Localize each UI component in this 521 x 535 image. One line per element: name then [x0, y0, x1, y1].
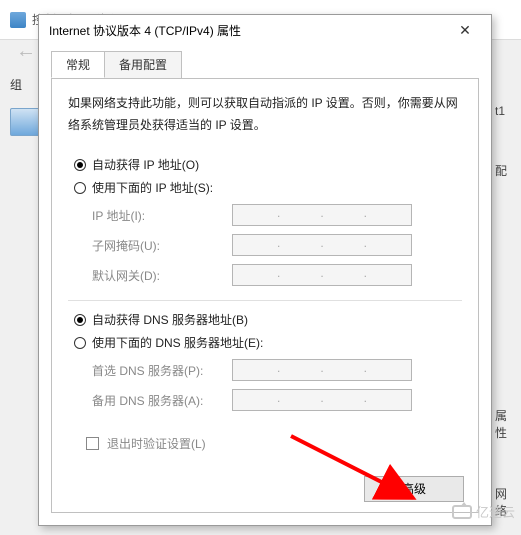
radio-auto-dns-label: 自动获得 DNS 服务器地址(B)	[92, 311, 248, 328]
ipv4-properties-dialog: Internet 协议版本 4 (TCP/IPv4) 属性 ✕ 常规 备用配置 …	[38, 14, 492, 526]
radio-icon	[74, 337, 86, 349]
field-preferred-dns: 首选 DNS 服务器(P): ...	[92, 359, 462, 381]
field-ip-address: IP 地址(I): ...	[92, 204, 462, 226]
tab-pane-general: 如果网络支持此功能，则可以获取自动指派的 IP 设置。否则，你需要从网络系统管理…	[51, 78, 479, 513]
checkbox-icon	[86, 437, 99, 450]
back-arrow-icon: ←	[16, 40, 36, 62]
subnet-mask-label: 子网掩码(U):	[92, 237, 232, 254]
tab-alternate[interactable]: 备用配置	[104, 51, 182, 78]
watermark: 亿速云	[452, 502, 515, 521]
radio-icon	[74, 182, 86, 194]
advanced-button[interactable]: 高级	[364, 476, 464, 502]
default-gateway-input: ...	[232, 264, 412, 286]
radio-manual-dns[interactable]: 使用下面的 DNS 服务器地址(E):	[74, 334, 462, 351]
field-subnet-mask: 子网掩码(U): ...	[92, 234, 462, 256]
back-button[interactable]: ←	[16, 40, 36, 63]
close-icon: ✕	[459, 22, 471, 39]
radio-auto-ip-label: 自动获得 IP 地址(O)	[92, 156, 199, 173]
field-default-gateway: 默认网关(D): ...	[92, 264, 462, 286]
section-divider	[68, 300, 462, 301]
titlebar: Internet 协议版本 4 (TCP/IPv4) 属性 ✕	[39, 15, 491, 45]
alternate-dns-label: 备用 DNS 服务器(A):	[92, 392, 232, 409]
group-label: 组	[10, 76, 22, 93]
radio-manual-ip-label: 使用下面的 IP 地址(S):	[92, 179, 213, 196]
radio-icon	[74, 314, 86, 326]
radio-manual-dns-label: 使用下面的 DNS 服务器地址(E):	[92, 334, 263, 351]
description-text: 如果网络支持此功能，则可以获取自动指派的 IP 设置。否则，你需要从网络系统管理…	[68, 93, 462, 136]
watermark-text: 亿速云	[476, 502, 515, 521]
radio-auto-dns[interactable]: 自动获得 DNS 服务器地址(B)	[74, 311, 462, 328]
preferred-dns-label: 首选 DNS 服务器(P):	[92, 362, 232, 379]
radio-manual-ip[interactable]: 使用下面的 IP 地址(S):	[74, 179, 462, 196]
ip-address-input: ...	[232, 204, 412, 226]
tab-row: 常规 备用配置	[39, 45, 491, 78]
subnet-mask-input: ...	[232, 234, 412, 256]
tab-general[interactable]: 常规	[51, 51, 105, 78]
ip-address-label: IP 地址(I):	[92, 207, 232, 224]
radio-auto-ip[interactable]: 自动获得 IP 地址(O)	[74, 156, 462, 173]
alternate-dns-input: ...	[232, 389, 412, 411]
radio-icon	[74, 159, 86, 171]
close-button[interactable]: ✕	[445, 18, 485, 42]
default-gateway-label: 默认网关(D):	[92, 267, 232, 284]
preferred-dns-input: ...	[232, 359, 412, 381]
dialog-title: Internet 协议版本 4 (TCP/IPv4) 属性	[49, 22, 445, 39]
right-sidebar-fragments: t1 配 属性 网络	[491, 90, 521, 533]
validate-on-exit[interactable]: 退出时验证设置(L)	[86, 435, 462, 452]
field-alternate-dns: 备用 DNS 服务器(A): ...	[92, 389, 462, 411]
validate-on-exit-label: 退出时验证设置(L)	[107, 435, 206, 452]
control-panel-icon	[10, 12, 26, 28]
watermark-icon	[452, 505, 472, 519]
